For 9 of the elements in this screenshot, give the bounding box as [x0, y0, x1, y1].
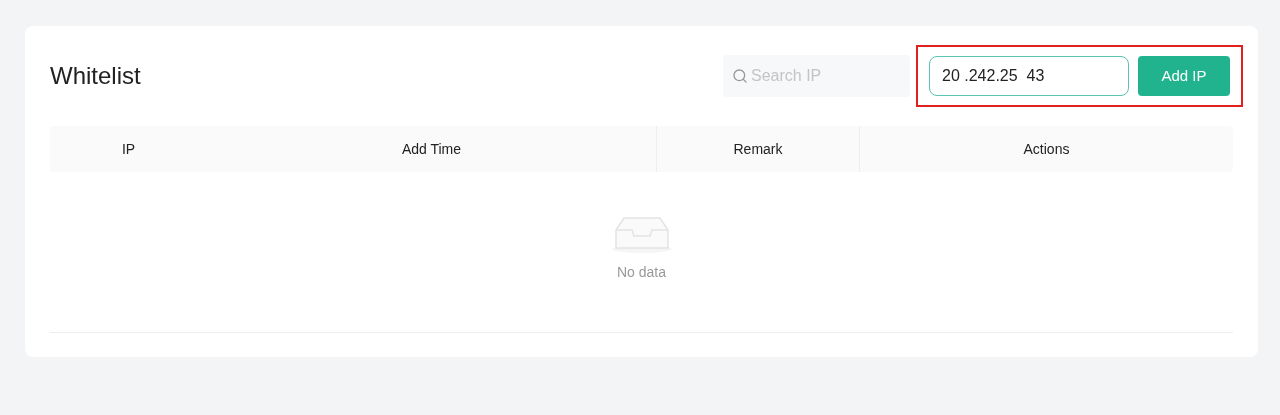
column-header: IP: [121, 139, 136, 159]
column-header: Remark: [733, 139, 783, 159]
column-header: Actions: [1023, 139, 1070, 159]
search-icon: [732, 68, 748, 84]
empty-tray-icon: [609, 214, 674, 254]
empty-text: No data: [616, 263, 666, 282]
column-header: Add Time: [401, 139, 462, 159]
ip-input-field[interactable]: 20 .242.25 43: [929, 56, 1129, 96]
page-title: Whitelist: [50, 61, 142, 91]
